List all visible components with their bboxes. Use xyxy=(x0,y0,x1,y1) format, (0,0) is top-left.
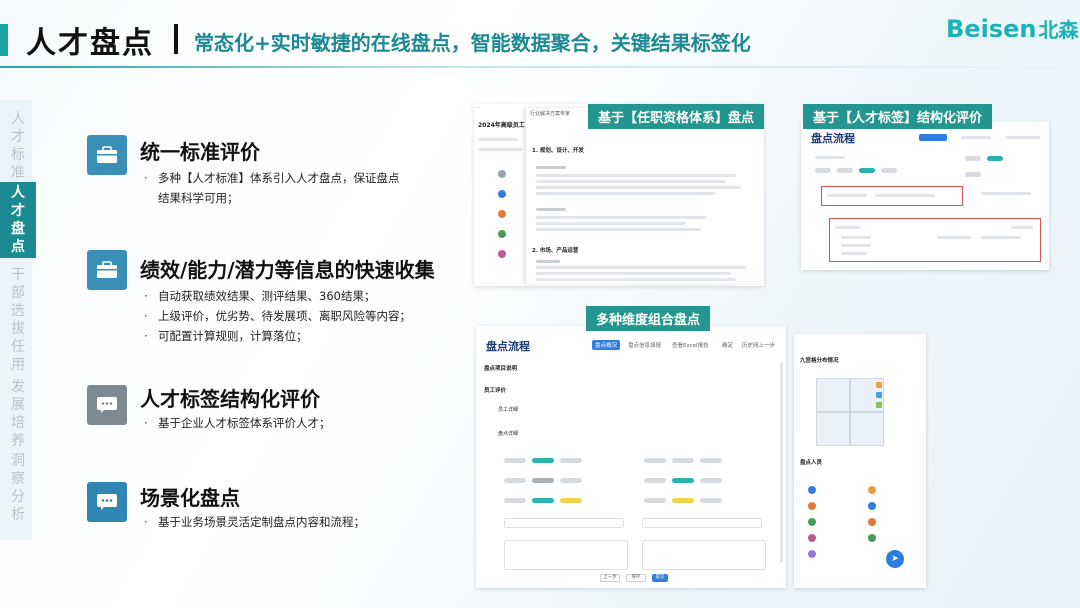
chat-icon xyxy=(87,385,127,425)
sidenav-item-talent-review[interactable]: 人才盘点 xyxy=(0,182,36,258)
section-project-desc[interactable]: 盘点项目说明 xyxy=(484,364,517,372)
feature-title-scenario-review: 场景化盘点 xyxy=(140,486,240,510)
sidenav-char: 选 xyxy=(11,303,25,319)
briefcase-icon xyxy=(87,135,127,175)
subsection-review-detail[interactable]: 盘点详细 xyxy=(498,430,518,437)
title-accent-bar xyxy=(0,24,8,56)
doc-tab-header: 行业解决方案专家 xyxy=(530,111,571,117)
feature-title-quick-collection: 绩效/能力/潜力等信息的快速收集 xyxy=(140,258,435,282)
section-employee-eval[interactable]: 员工评价 xyxy=(484,386,506,394)
comment-textarea[interactable] xyxy=(504,540,628,570)
sidenav-char: 发 xyxy=(11,379,25,395)
sidenav-char: 才 xyxy=(11,203,25,219)
sidenav-char: 培 xyxy=(11,415,25,431)
sidenav-char: 点 xyxy=(11,239,25,255)
send-icon[interactable]: ➤ xyxy=(886,550,904,568)
label-multi-dimension: 多种维度组合盘点 xyxy=(586,306,711,331)
page-title: 人才盘点 xyxy=(26,26,154,61)
highlight-box-tag-detail xyxy=(829,218,1041,262)
title-separator xyxy=(174,24,178,54)
sidenav-char: 准 xyxy=(11,165,25,181)
sidenav-char: 拔 xyxy=(11,321,25,337)
nine-grid-title: 九宫格分布情况 xyxy=(800,358,839,364)
bullet-item: 自动获取绩效结果、测评结果、360结果； xyxy=(140,286,440,306)
logo-cn: 北森 xyxy=(1038,18,1079,42)
screenshot-qualification-review: ··· 2024年高级员工 行业解决方案专家 1. 规划、设计、开发 2. 市场… xyxy=(474,104,764,286)
label-qualification-review: 基于【任职资格体系】盘点 xyxy=(588,104,765,129)
comment-textarea[interactable] xyxy=(642,540,766,570)
feature-bullets-quick-collection: 自动获取绩效结果、测评结果、360结果； 上级评价，优劣势、待发展项、离职风险等… xyxy=(140,286,440,346)
panel2-heading: 盘点流程 xyxy=(811,132,855,145)
sidenav-char: 用 xyxy=(11,357,25,373)
tag-select-input[interactable] xyxy=(642,518,762,528)
submit-button[interactable]: 提交 xyxy=(652,574,668,582)
sidenav-char: 部 xyxy=(11,285,25,301)
feature-bullets-tag-evaluation: 基于企业人才标签体系评价人才； xyxy=(140,413,400,433)
panel3-heading: 盘点流程 xyxy=(486,340,530,353)
beisen-logo: Beisen 北森 xyxy=(946,14,1078,43)
briefcase-icon xyxy=(87,250,127,290)
logo-en: Beisen xyxy=(946,15,1037,43)
feature-bullets-unified-standard: 多种【人才标准】体系引入人才盘点，保证盘点结果科学可用； xyxy=(140,168,400,208)
sidenav-item-cadre-selection[interactable]: 干部选拔任用 xyxy=(0,266,36,374)
sidenav-char: 分 xyxy=(11,489,25,505)
bullet-item: 基于企业人才标签体系评价人才； xyxy=(140,413,400,433)
scrollbar[interactable] xyxy=(780,362,783,562)
feature-bullets-scenario-review: 基于业务场景灵活定制盘点内容和流程； xyxy=(140,512,400,532)
sidenav-char: 盘 xyxy=(11,221,25,237)
tab-history[interactable]: 历史网上一步 xyxy=(742,341,775,349)
sidenav-item-insight[interactable]: 洞察分析 xyxy=(0,452,36,524)
sidenav-char: 析 xyxy=(11,507,25,523)
subsection-employee-detail[interactable]: 员工详细 xyxy=(498,406,518,413)
doc-section-2: 2. 市场、产品运营 xyxy=(532,248,579,254)
tab-excel-report[interactable]: 查看Excel报告 xyxy=(672,341,709,349)
tag-select-input[interactable] xyxy=(504,518,624,528)
header-divider xyxy=(0,66,1080,68)
sidenav-char: 干 xyxy=(11,267,25,283)
tab-fill-info[interactable]: 盘点信息填报 xyxy=(628,341,661,349)
qualification-doc: 行业解决方案专家 1. 规划、设计、开发 2. 市场、产品运营 xyxy=(526,108,764,284)
save-button[interactable]: 保存 xyxy=(626,574,646,582)
feature-title-tag-evaluation: 人才标签结构化评价 xyxy=(140,387,320,411)
tab-confirm[interactable]: 确定 xyxy=(722,341,733,349)
sidenav-char: 任 xyxy=(11,339,25,355)
bullet-item: 基于业务场景灵活定制盘点内容和流程； xyxy=(140,512,400,532)
review-people-title: 盘点人员 xyxy=(800,460,823,466)
chat-icon xyxy=(87,482,127,522)
sidenav-item-development[interactable]: 发展培养 xyxy=(0,378,36,450)
bullet-item: 可配置计算规则，计算落位； xyxy=(140,326,440,346)
page-subtitle: 常态化+实时敏捷的在线盘点，智能数据聚合，关键结果标签化 xyxy=(194,31,751,55)
doc-section-1: 1. 规划、设计、开发 xyxy=(532,148,584,154)
bullet-item: 多种【人才标准】体系引入人才盘点，保证盘点结果科学可用； xyxy=(140,168,400,208)
sidenav-char: 展 xyxy=(11,397,25,413)
sidenav-char: 人 xyxy=(11,185,25,201)
sidenav-char: 养 xyxy=(11,433,25,449)
screenshot-multi-dimension: 盘点流程 盘点概况 盘点信息填报 查看Excel报告 确定 历史网上一步 盘点项… xyxy=(476,326,786,588)
sidenav-char: 标 xyxy=(11,147,25,163)
prev-button[interactable]: 上一步 xyxy=(600,574,620,582)
mini-breadcrumb: ··· xyxy=(476,106,481,111)
nine-grid-card: 九宫格分布情况 盘点人员 ➤ xyxy=(794,334,926,588)
sidenav-char: 人 xyxy=(11,111,25,127)
sidenav-char: 察 xyxy=(11,471,25,487)
doc-title: 2024年高级员工 xyxy=(478,122,525,129)
bullet-item: 上级评价，优劣势、待发展项、离职风险等内容； xyxy=(140,306,440,326)
sidenav-char: 才 xyxy=(11,129,25,145)
tab-overview[interactable]: 盘点概况 xyxy=(592,340,621,350)
sidenav-item-talent-standard[interactable]: 人才标准 xyxy=(0,110,36,182)
screenshot-tag-evaluation: 盘点流程 xyxy=(801,122,1049,270)
sidenav-char: 洞 xyxy=(11,453,25,469)
feature-title-unified-standard: 统一标准评价 xyxy=(140,140,260,164)
label-tag-evaluation: 基于【人才标签】结构化评价 xyxy=(803,104,993,129)
